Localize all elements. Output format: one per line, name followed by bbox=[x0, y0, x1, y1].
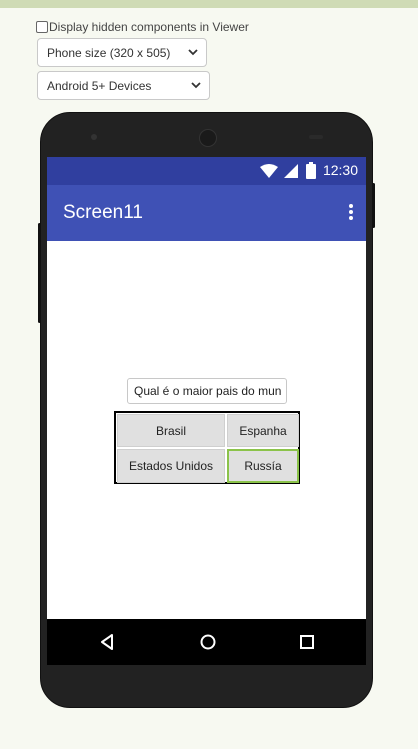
device-type-select[interactable]: Android 5+ Devices bbox=[37, 71, 210, 100]
top-band bbox=[0, 0, 418, 8]
chevron-down-icon bbox=[191, 82, 201, 89]
option-button-espanha[interactable]: Espanha bbox=[227, 414, 299, 447]
wifi-icon bbox=[260, 164, 278, 178]
more-vert-icon[interactable] bbox=[348, 203, 354, 221]
phone-power-button bbox=[372, 183, 375, 228]
status-time: 12:30 bbox=[322, 162, 358, 178]
option-button-estados-unidos[interactable]: Estados Unidos bbox=[117, 449, 225, 483]
chevron-down-icon bbox=[188, 49, 198, 56]
screen-content: Qual é o maior pais do mun Brasil Espanh… bbox=[47, 241, 366, 619]
front-camera bbox=[91, 134, 97, 140]
phone-side-button bbox=[38, 223, 41, 323]
phone-size-value: Phone size (320 x 505) bbox=[47, 45, 171, 60]
device-type-value: Android 5+ Devices bbox=[47, 78, 152, 93]
hidden-components-checkbox[interactable] bbox=[36, 21, 48, 33]
question-textbox[interactable]: Qual é o maior pais do mun bbox=[127, 378, 287, 404]
hidden-components-label: Display hidden components in Viewer bbox=[49, 20, 249, 34]
phone-size-select[interactable]: Phone size (320 x 505) bbox=[37, 38, 207, 67]
back-icon[interactable] bbox=[100, 634, 114, 650]
phone-frame: 12:30 Screen11 Qual é o maior pais do mu… bbox=[38, 112, 375, 708]
recent-apps-icon[interactable] bbox=[300, 635, 314, 649]
signal-icon bbox=[284, 164, 298, 178]
option-button-brasil[interactable]: Brasil bbox=[117, 414, 225, 447]
proximity-sensor bbox=[309, 135, 323, 139]
option-button-russia[interactable]: Russía bbox=[227, 449, 299, 483]
hidden-components-row[interactable]: Display hidden components in Viewer bbox=[36, 20, 249, 34]
navigation-bar bbox=[47, 619, 366, 665]
battery-icon bbox=[306, 162, 316, 179]
options-table: Brasil Espanha Estados Unidos Russía bbox=[114, 411, 300, 484]
status-bar: 12:30 bbox=[47, 157, 366, 185]
home-icon[interactable] bbox=[200, 634, 216, 650]
screen-title: Screen11 bbox=[63, 202, 143, 223]
earpiece-speaker bbox=[199, 129, 217, 147]
phone-screen: 12:30 Screen11 Qual é o maior pais do mu… bbox=[47, 157, 366, 665]
app-bar: Screen11 bbox=[47, 185, 366, 241]
